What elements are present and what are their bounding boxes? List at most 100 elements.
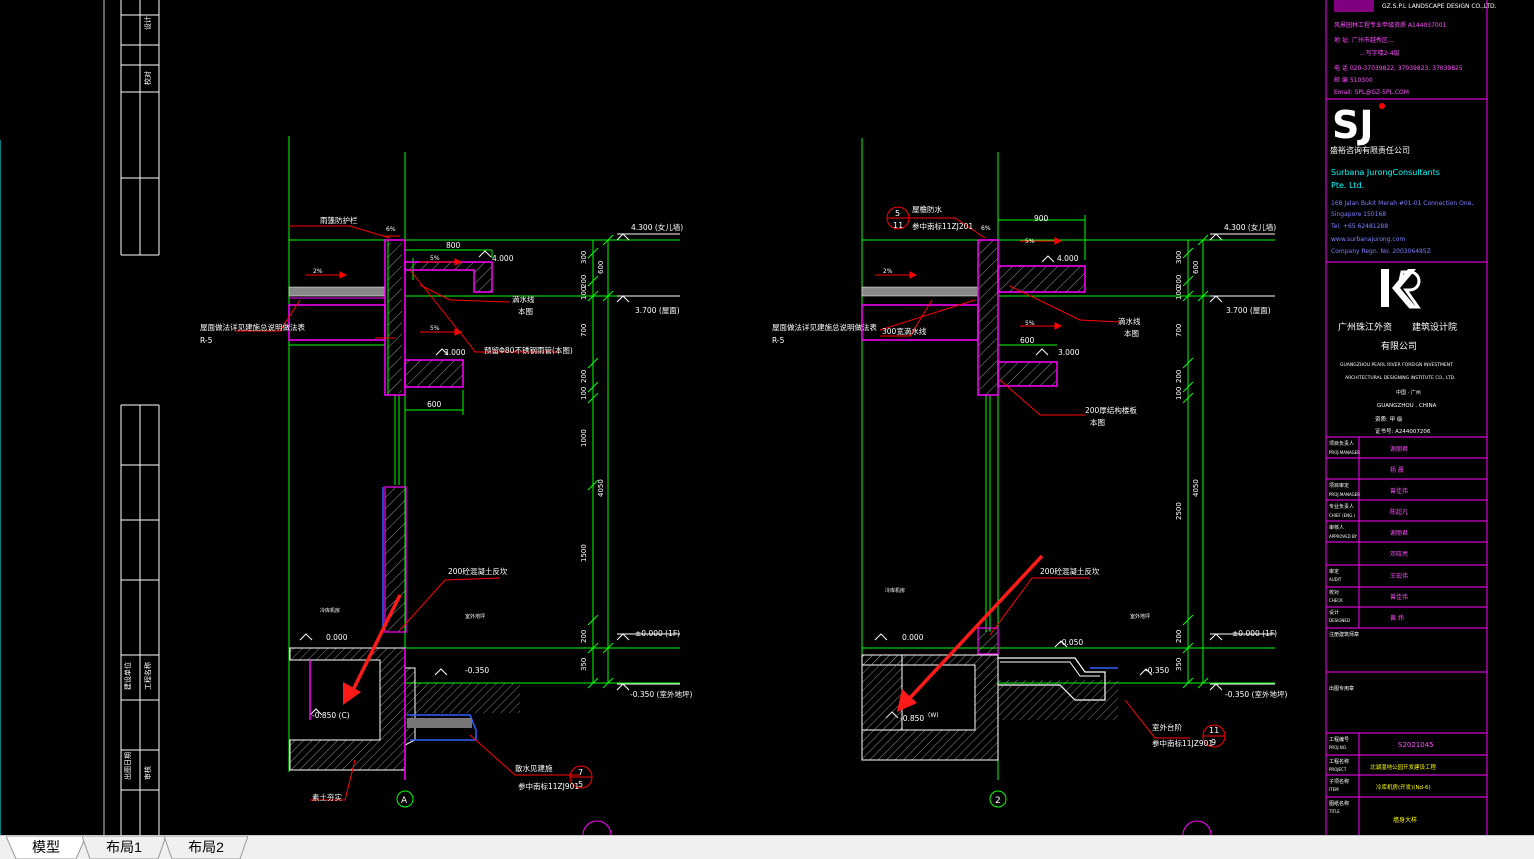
dimension: 4050	[597, 479, 605, 497]
institute-name-en: ARCHITECTURAL DESIGNING INSTITUTE CO., L…	[1345, 375, 1456, 381]
annotation: 屋面做法详见建施总说明做法表	[772, 322, 877, 332]
dimension: 200	[580, 630, 588, 643]
firm-tel: Tel: +65 62481288	[1330, 223, 1388, 230]
institute-logo	[1381, 269, 1421, 309]
annotation: 200砼混凝土反坎	[448, 566, 508, 576]
row-name: 谢丽君	[1390, 445, 1408, 453]
callout-number: 5	[578, 780, 583, 789]
annotation: R-5	[772, 336, 785, 345]
level: 3.000	[1058, 348, 1080, 357]
section-marker	[582, 820, 612, 835]
slope: 5%	[1025, 320, 1035, 327]
field-label: 图纸名称	[1329, 800, 1349, 807]
level: -0.850	[900, 714, 924, 723]
institute-cert: 资质: 甲 级	[1375, 415, 1403, 423]
dimension: 200	[1175, 370, 1183, 383]
slope: 5%	[430, 255, 440, 262]
item-name: 冷库机房(开发)(Nd-6)	[1376, 783, 1431, 791]
firm-address: 168 Jalan Bukit Merah #01-01 Connection …	[1331, 200, 1473, 207]
strip-label: 建设单位	[123, 662, 132, 690]
drawing-title: 墙身大样	[1393, 816, 1417, 824]
left-title-strip	[103, 0, 160, 835]
annotation: 屋面做法详见建施总说明做法表	[200, 322, 305, 332]
institute-cert: 证书号: A244007206	[1375, 427, 1431, 435]
room-label: 室外地坪	[1130, 613, 1150, 620]
annotation: 6%	[981, 225, 991, 232]
dimension: 2500	[1175, 502, 1183, 520]
institute-city: GUANGZHOU . CHINA	[1377, 403, 1437, 409]
room-label: 冷库机房	[320, 607, 340, 614]
firm-info: Email: SPL@GZ-SPL.COM	[1334, 89, 1409, 96]
row-label: 设计	[1329, 609, 1339, 616]
dimension: 600	[1020, 336, 1035, 345]
left-strip-labels: 建设单位 工程名称 出图日期 审核 设计 校对	[123, 16, 152, 780]
institute-name-cn: 有限公司	[1381, 340, 1417, 352]
dimension: 100	[1175, 287, 1183, 300]
tab-layout1[interactable]: 布局1	[82, 836, 166, 859]
dimension: 100	[1175, 387, 1183, 400]
axis-label: 2	[995, 796, 1001, 806]
annotation: 滴水线	[512, 294, 535, 304]
room-label: 冷库机房	[885, 587, 905, 594]
level: 0.000	[902, 633, 924, 642]
firm-web: www.surbanajurong.com	[1331, 236, 1405, 243]
callout-number: 9	[1211, 738, 1216, 747]
strip-label: 审核	[143, 766, 152, 780]
institute-city: 中国 · 广州	[1396, 389, 1421, 396]
sj-logo: SJ	[1332, 103, 1374, 147]
firm-reg: Company Regn. No. 200306495Z	[1331, 248, 1431, 255]
dimension: 700	[580, 324, 588, 337]
institute-name-cn: 建筑设计院	[1412, 321, 1457, 333]
cad-canvas[interactable]: 建设单位 工程名称 出图日期 审核 设计 校对 雨篷防护栏 6% 屋面做法详见建…	[0, 0, 1534, 835]
level: -0.350	[465, 666, 489, 675]
dimension: 800	[446, 241, 461, 250]
note-label: 出图专用章	[1329, 685, 1354, 692]
annotation: 素土夯实	[312, 792, 342, 802]
row-sub: CHECK	[1329, 598, 1343, 603]
row-sub: PROJ.MANAGER	[1329, 492, 1360, 497]
annotation: 参中南标11ZJ901	[518, 781, 579, 791]
firm-name-en: Pte. Ltd.	[1331, 181, 1364, 190]
annotation: 本图	[1124, 328, 1139, 338]
annotation: 6%	[386, 226, 396, 233]
dimension: 700	[1175, 324, 1183, 337]
row-label: 专业负责人	[1329, 503, 1354, 510]
row-name: 谢丽君	[1390, 529, 1408, 537]
annotation: 300宽滴水线	[882, 326, 927, 336]
project-number: S2021045	[1398, 741, 1434, 749]
row-sub: CHIEF (ENG.)	[1329, 513, 1356, 518]
callout-number: 5	[895, 209, 900, 218]
dimension: 200	[1175, 630, 1183, 643]
roof-insulation	[288, 286, 386, 297]
field-label: 工程编号	[1329, 736, 1349, 743]
level: -0.350 (室外地坪)	[1225, 689, 1287, 699]
row-label: 校对	[1329, 589, 1339, 596]
dimension: 200	[1175, 275, 1183, 288]
firm-info: 邮 编 510300	[1334, 76, 1373, 84]
level: (W)	[928, 712, 939, 719]
row-label: 审核人	[1329, 524, 1344, 531]
section-marker	[1182, 820, 1212, 835]
institute-name-cn: 广州珠江外资	[1338, 321, 1392, 333]
strip-label: 工程名称	[143, 662, 152, 690]
project-name: 北湖湿地公园开发建设工程	[1370, 763, 1437, 771]
annotation: 室外台阶	[1152, 722, 1182, 732]
field-sub: ITEM	[1329, 787, 1339, 792]
slope: 2%	[313, 268, 323, 275]
firm-info: 风景园林工程专业甲级资质 A144037001	[1334, 21, 1447, 29]
dimension: 4050	[1192, 479, 1200, 497]
field-label: 子项名称	[1329, 778, 1349, 785]
strip-label: 校对	[143, 71, 152, 85]
annotation: 本图	[518, 306, 533, 316]
level: -0.850 (C)	[312, 711, 350, 720]
tab-layout2[interactable]: 布局2	[164, 836, 248, 859]
level: 3.000	[444, 348, 466, 357]
field-sub: PROJECT	[1329, 767, 1347, 772]
firm-name-en: GZ.S.P.L LANDSCAPE DESIGN CO.,LTD.	[1382, 3, 1497, 10]
layout-tab-bar: 模型 布局1 布局2	[0, 835, 1534, 859]
field-label: 工程名称	[1329, 758, 1349, 765]
row-name: 杨 晨	[1390, 466, 1404, 474]
firm-info: 电 话 020-37039822, 37039823, 37039825	[1334, 64, 1463, 72]
row-name: 黄 炜	[1390, 614, 1404, 622]
tab-model[interactable]: 模型	[6, 836, 86, 859]
